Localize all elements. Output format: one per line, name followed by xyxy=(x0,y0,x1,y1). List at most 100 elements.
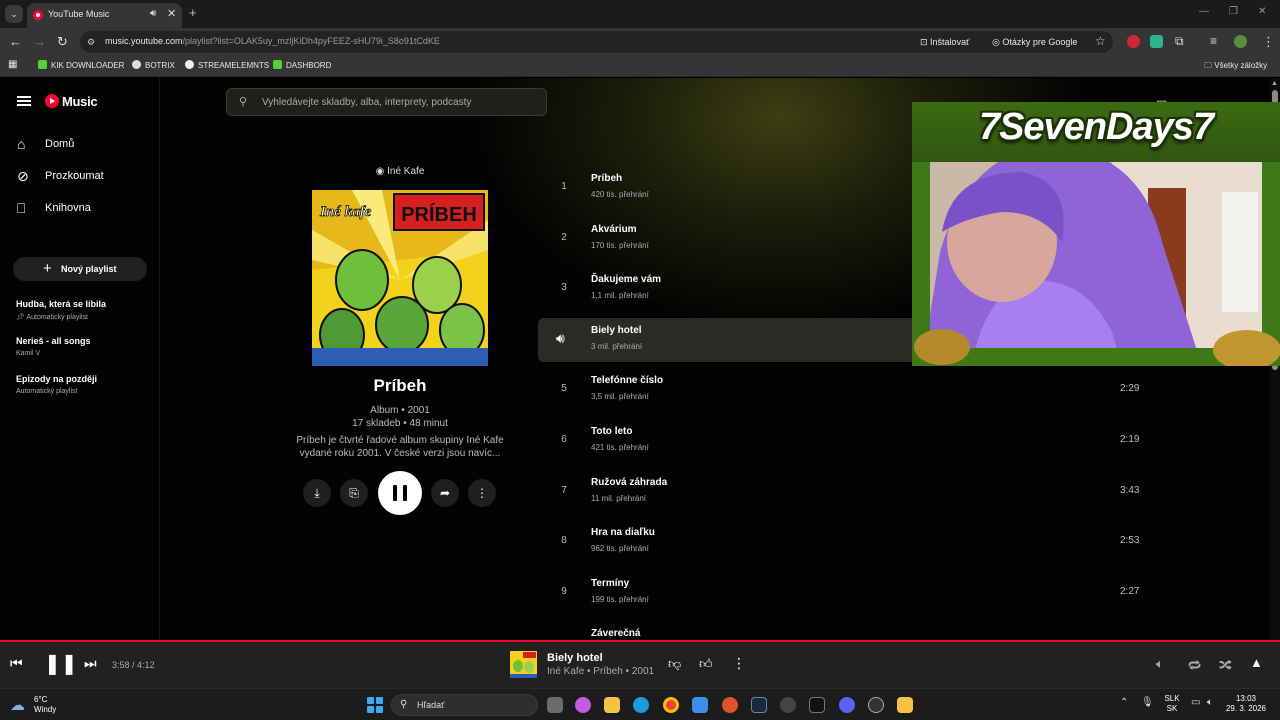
extension-red-icon[interactable] xyxy=(1127,35,1140,48)
repeat-icon[interactable]: 🔁︎ xyxy=(1188,656,1201,675)
steam-icon[interactable] xyxy=(751,697,767,713)
tray-overflow-icon[interactable]: ⌃ xyxy=(1120,697,1128,708)
more-options-icon[interactable]: ⋮ xyxy=(468,479,496,507)
now-playing-subtitle[interactable]: Iné Kafe • Príbeh • 2001 xyxy=(547,666,654,677)
tab-close-icon[interactable]: ✕ xyxy=(167,7,176,20)
bookmark-kik-downloader[interactable]: KIK DOWNLOADER xyxy=(38,60,124,70)
weather-icon[interactable]: ☁ xyxy=(10,696,25,714)
discord-icon[interactable] xyxy=(839,697,855,713)
app-icon[interactable] xyxy=(868,697,884,713)
new-tab-icon[interactable]: + xyxy=(189,5,197,20)
track-title[interactable]: Biely hotel xyxy=(591,325,642,336)
store-icon[interactable] xyxy=(692,697,708,713)
track-row[interactable]: 7 Ružová záhrada 11 mil. přehrání 3:43 xyxy=(538,470,1158,514)
copilot-icon[interactable] xyxy=(575,697,591,713)
playlist-neries[interactable]: Nerieš - all songs Kamil V xyxy=(16,336,91,357)
extensions-puzzle-icon[interactable]: ⧉ xyxy=(1175,34,1184,49)
tab-list-button[interactable]: ⌄ xyxy=(5,5,23,23)
microphone-icon[interactable]: 🎙︎ xyxy=(1141,697,1154,708)
now-playing-title[interactable]: Biely hotel xyxy=(547,652,603,664)
apps-grid-icon[interactable]: ▦ xyxy=(8,59,17,70)
track-title[interactable]: Akvárium xyxy=(591,224,637,235)
track-title[interactable]: Príbeh xyxy=(591,173,622,184)
back-icon[interactable]: ← xyxy=(9,34,22,49)
track-title[interactable]: Toto leto xyxy=(591,426,632,437)
epic-games-icon[interactable] xyxy=(809,697,825,713)
dislike-icon[interactable]: 👎︎ xyxy=(668,656,681,672)
forward-icon[interactable]: → xyxy=(33,34,46,49)
url-text[interactable]: music.youtube.com/playlist?list=OLAK5uy_… xyxy=(105,36,440,46)
app-icon[interactable] xyxy=(897,697,913,713)
hamburger-menu-icon[interactable] xyxy=(17,96,31,106)
bookmark-botrix[interactable]: BOTRIX xyxy=(132,60,175,70)
volume-icon[interactable]: 🔈︎ xyxy=(1156,656,1164,672)
download-icon[interactable]: ⤓ xyxy=(303,479,331,507)
next-track-icon[interactable]: ⏭ xyxy=(84,655,97,672)
track-row[interactable]: Záverečná xyxy=(538,621,1158,640)
tab-audio-icon[interactable]: 🔊︎ xyxy=(150,8,156,19)
sidebar-item-explore[interactable]: ⊘ Prozkoumat xyxy=(0,163,160,191)
browser-tab[interactable]: YouTube Music 🔊︎ ✕ xyxy=(27,3,182,28)
edge-icon[interactable] xyxy=(633,697,649,713)
album-artist[interactable]: ◉ Iné Kafe xyxy=(312,166,488,177)
pause-icon[interactable]: ❚❚ xyxy=(44,651,78,676)
task-view-icon[interactable] xyxy=(547,697,563,713)
yt-music-logo-icon[interactable] xyxy=(45,94,59,108)
previous-track-icon[interactable]: ⏮ xyxy=(10,655,23,672)
now-playing-thumbnail[interactable] xyxy=(510,651,537,678)
search-input[interactable]: ⚲ Vyhledávejte skladby, alba, interprety… xyxy=(226,88,547,116)
now-playing-speaker-icon[interactable]: 🔊︎ xyxy=(556,330,565,347)
start-button[interactable] xyxy=(367,697,383,713)
track-title[interactable]: Telefónne číslo xyxy=(591,375,663,386)
logo-text[interactable]: Music xyxy=(62,94,98,109)
track-title[interactable]: Záverečná xyxy=(591,628,640,639)
site-info-icon[interactable]: ⚙ xyxy=(87,37,95,48)
track-title[interactable]: Termíny xyxy=(591,578,629,589)
scroll-up-icon[interactable]: ▲ xyxy=(1271,80,1278,87)
pause-album-button[interactable] xyxy=(378,471,422,515)
clock[interactable]: 13:03 29. 3. 2026 xyxy=(1224,694,1268,714)
chrome-icon[interactable] xyxy=(663,697,679,713)
weather-widget[interactable]: 6°C Windy xyxy=(34,695,56,715)
like-icon[interactable]: 👍︎ xyxy=(699,656,713,672)
track-title[interactable]: Ružová záhrada xyxy=(591,477,667,488)
sidebar-item-library[interactable]: ⎕ Knihovna xyxy=(0,195,160,223)
share-icon[interactable]: ➦ xyxy=(431,479,459,507)
track-title[interactable]: Ďakujeme vám xyxy=(591,274,661,285)
extension-green-icon[interactable] xyxy=(1150,35,1163,48)
browser-menu-icon[interactable]: ⋮ xyxy=(1262,34,1275,50)
reload-icon[interactable]: ↻ xyxy=(57,34,68,50)
window-close-icon[interactable]: ✕ xyxy=(1258,6,1266,17)
address-bar[interactable]: ⚙ music.youtube.com/playlist?list=OLAK5u… xyxy=(80,31,1113,53)
restore-icon[interactable]: ❐ xyxy=(1229,6,1238,17)
taskbar-search[interactable]: ⚲ Hľadať xyxy=(391,694,538,716)
album-description[interactable]: Príbeh je čtvrté řadové album skupiny In… xyxy=(285,434,515,460)
file-explorer-icon[interactable] xyxy=(604,697,620,713)
playlist-episodes[interactable]: Epizody na později Automatický playlist xyxy=(16,374,97,395)
minimize-icon[interactable]: — xyxy=(1199,6,1209,17)
expand-player-icon[interactable]: ▲ xyxy=(1250,655,1263,670)
bookmark-streamelements[interactable]: STREAMELEMNTS xyxy=(185,60,269,70)
new-playlist-button[interactable]: + Nový playlist xyxy=(13,257,147,281)
install-app-button[interactable]: ⊡ Inštalovať xyxy=(916,34,973,50)
profile-avatar[interactable] xyxy=(1234,35,1247,48)
network-icon[interactable]: ▭ xyxy=(1191,697,1200,708)
language-indicator[interactable]: SLK SK xyxy=(1162,694,1182,714)
track-title[interactable]: Hra na diaľku xyxy=(591,527,655,538)
obs-icon[interactable] xyxy=(780,697,796,713)
track-row[interactable]: 6 Toto leto 421 tis. přehrání 2:19 xyxy=(538,419,1158,463)
track-row[interactable]: 8 Hra na diaľku 962 tis. přehrání 2:53 xyxy=(538,520,1158,564)
bookmark-star-icon[interactable]: ☆ xyxy=(1095,34,1106,48)
track-row[interactable]: 5 Telefónne číslo 3,5 mil. přehrání 2:29 xyxy=(538,368,1158,412)
bookmark-dashbord[interactable]: DASHBORD xyxy=(273,60,331,70)
more-options-icon[interactable]: ⋮ xyxy=(732,655,746,672)
speaker-icon[interactable]: 🔈︎ xyxy=(1207,697,1213,708)
sidebar-item-home[interactable]: ⌂ Domů xyxy=(0,131,160,159)
app-icon[interactable] xyxy=(722,697,738,713)
all-bookmarks[interactable]: 🗀 Všetky záložky xyxy=(1204,60,1267,74)
ask-google-button[interactable]: ◎ Otázky pre Google xyxy=(988,34,1081,50)
playlist-liked-music[interactable]: Hudba, která se líbila 📌︎ Automatický pl… xyxy=(16,299,106,321)
media-control-icon[interactable]: ≡ xyxy=(1210,34,1217,48)
save-to-library-icon[interactable]: ⎘ xyxy=(340,479,368,507)
track-row[interactable]: 9 Termíny 199 tis. přehrání 2:27 xyxy=(538,571,1158,615)
